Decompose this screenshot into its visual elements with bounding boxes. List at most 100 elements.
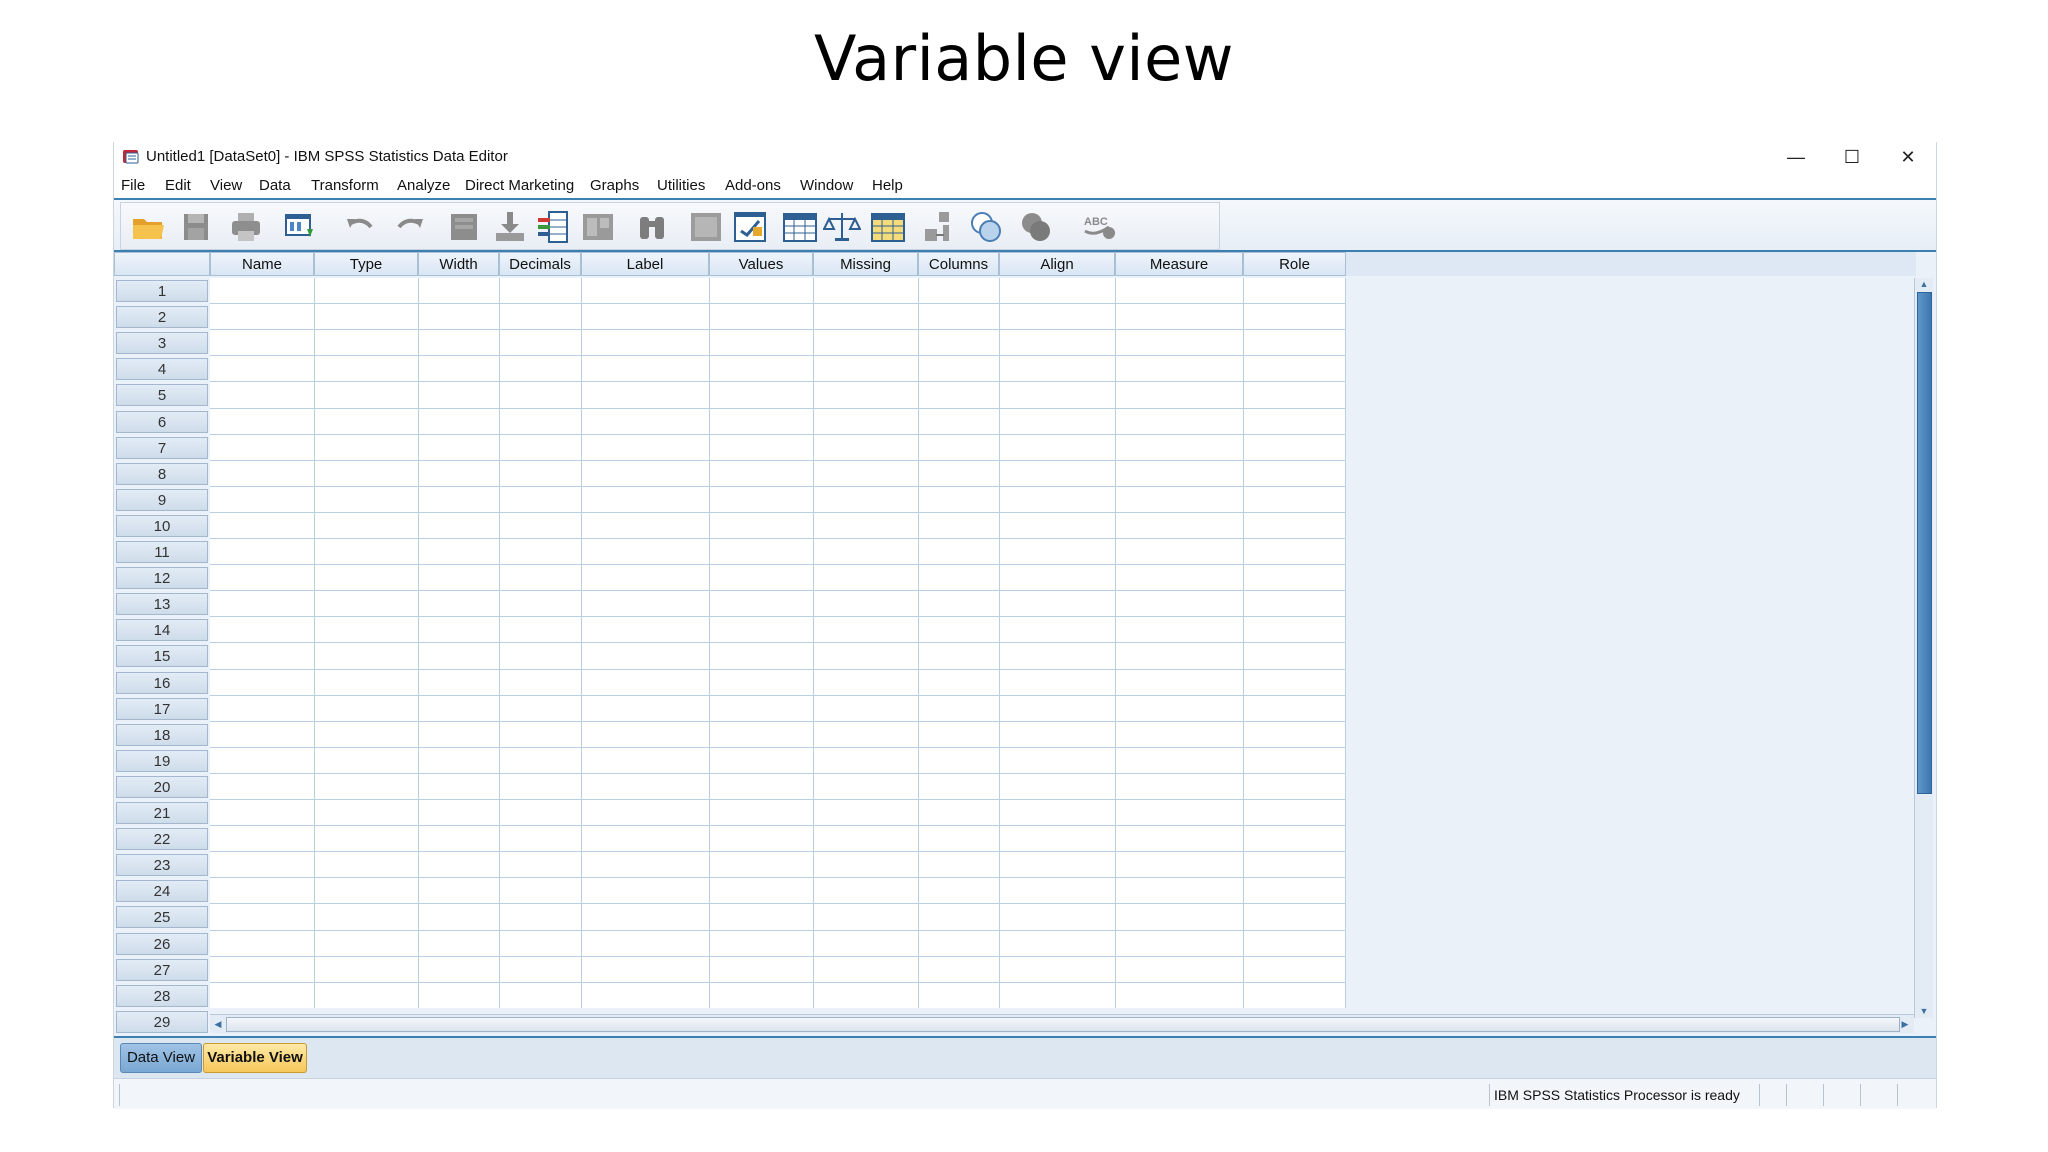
menu-window[interactable]: Window [800,177,853,194]
row-header[interactable]: 25 [116,906,208,929]
insert-cases-icon[interactable] [687,209,725,245]
show-all-variables-icon[interactable] [1017,209,1055,245]
row-header[interactable]: 12 [116,567,208,590]
row-header[interactable]: 20 [116,775,208,798]
status-divider [1823,1084,1824,1106]
menu-utilities[interactable]: Utilities [657,177,705,194]
vertical-scrollbar[interactable]: ▲ ▼ [1914,278,1933,1018]
menu-direct-marketing[interactable]: Direct Marketing [465,177,574,194]
find-icon[interactable] [633,209,671,245]
row-header[interactable]: 16 [116,671,208,694]
column-header-align[interactable]: Align [999,252,1115,276]
grid-row-line [210,433,1346,435]
redo-icon[interactable] [391,209,429,245]
row-header[interactable]: 8 [116,462,208,485]
grid-row-line [210,929,1346,931]
value-labels-icon[interactable] [921,209,959,245]
recall-dialog-icon[interactable] [281,209,319,245]
column-header-role[interactable]: Role [1243,252,1346,276]
go-to-case-icon[interactable] [445,209,483,245]
row-header[interactable]: 14 [116,619,208,642]
menu-view[interactable]: View [210,177,242,194]
row-header[interactable]: 24 [116,880,208,903]
grid-row-line [210,955,1346,957]
column-header-type[interactable]: Type [314,252,418,276]
menu-file[interactable]: File [121,177,145,194]
menu-help[interactable]: Help [872,177,903,194]
menu-data[interactable]: Data [259,177,291,194]
scroll-down-arrow-icon[interactable]: ▼ [1917,1005,1931,1017]
row-header[interactable]: 22 [116,828,208,851]
spell-check-icon[interactable]: ABC [1079,209,1117,245]
row-header[interactable]: 29 [116,1010,208,1033]
use-sets-icon[interactable] [967,209,1005,245]
row-header[interactable]: 17 [116,697,208,720]
column-header-label[interactable]: Label [581,252,709,276]
row-header[interactable]: 26 [116,932,208,955]
row-header[interactable]: 23 [116,854,208,877]
row-header[interactable]: 11 [116,541,208,563]
menu-analyze[interactable]: Analyze [397,177,450,194]
grid-cells[interactable] [210,278,1346,1008]
spss-app-icon [123,150,139,164]
column-header-columns[interactable]: Columns [918,252,999,276]
row-header[interactable]: 6 [116,410,208,433]
horizontal-scrollbar[interactable]: ◀ ▶ [210,1014,1914,1033]
row-header[interactable]: 21 [116,802,208,824]
column-header-missing[interactable]: Missing [813,252,918,276]
insert-variable-icon[interactable] [731,209,769,245]
undo-icon[interactable] [341,209,379,245]
horizontal-scroll-thumb[interactable] [226,1017,1900,1032]
row-header[interactable]: 2 [116,306,208,329]
row-header[interactable]: 15 [116,645,208,668]
row-header[interactable]: 18 [116,723,208,746]
scroll-left-arrow-icon[interactable]: ◀ [211,1018,225,1030]
view-tabs: Data View Variable View [114,1038,1936,1078]
row-header[interactable]: 7 [116,436,208,459]
column-header-width[interactable]: Width [418,252,499,276]
print-icon[interactable] [227,209,265,245]
grid-row-line [210,746,1346,748]
menu-transform[interactable]: Transform [311,177,379,194]
go-to-variable-icon[interactable] [491,209,529,245]
row-header[interactable]: 3 [116,332,208,355]
row-header[interactable]: 10 [116,514,208,537]
scroll-up-arrow-icon[interactable]: ▲ [1917,278,1931,290]
row-header[interactable]: 5 [116,384,208,407]
vertical-scroll-thumb[interactable] [1917,292,1932,794]
column-header-measure[interactable]: Measure [1115,252,1243,276]
scroll-right-arrow-icon[interactable]: ▶ [1898,1018,1912,1030]
close-button[interactable]: ✕ [1880,142,1936,172]
status-divider [1489,1084,1490,1106]
row-header[interactable]: 4 [116,358,208,381]
grid-corner[interactable] [114,252,210,276]
save-icon[interactable] [177,209,215,245]
weight-cases-icon[interactable] [823,209,861,245]
row-header[interactable]: 28 [116,984,208,1007]
tab-data-view[interactable]: Data View [120,1043,202,1073]
row-header[interactable]: 19 [116,749,208,772]
variable-grid: Name Type Width Decimals Label Values Mi… [114,252,1936,1038]
menu-add-ons[interactable]: Add-ons [725,177,781,194]
grid-row-line [210,407,1346,409]
split-file-icon[interactable] [579,209,617,245]
row-header[interactable]: 13 [116,593,208,616]
row-header[interactable]: 9 [116,488,208,511]
minimize-button[interactable]: — [1768,142,1824,172]
menu-edit[interactable]: Edit [165,177,191,194]
grid-row-line [210,981,1346,983]
column-header-decimals[interactable]: Decimals [499,252,581,276]
grid-row-line [210,772,1346,774]
row-header[interactable]: 1 [116,280,208,302]
grid-row-line [210,903,1346,905]
menu-graphs[interactable]: Graphs [590,177,639,194]
column-header-name[interactable]: Name [210,252,314,276]
select-cases-icon[interactable] [869,209,907,245]
variables-icon[interactable] [535,209,573,245]
split-file-table-icon[interactable] [781,209,819,245]
maximize-button[interactable]: ☐ [1824,142,1880,172]
row-header[interactable]: 27 [116,958,208,981]
open-folder-icon[interactable] [129,209,167,245]
tab-variable-view[interactable]: Variable View [203,1043,307,1073]
column-header-values[interactable]: Values [709,252,813,276]
